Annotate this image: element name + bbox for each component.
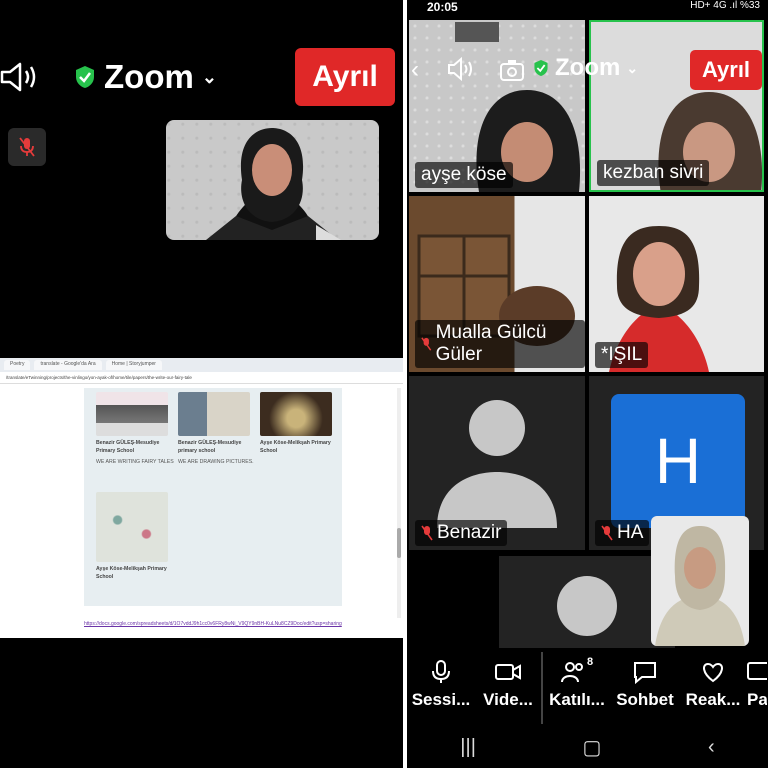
participant-video-image — [655, 526, 745, 646]
chat-icon — [634, 662, 656, 684]
toolbar-label: Sohbet — [616, 690, 674, 709]
mute-button[interactable]: Sessi... — [407, 652, 475, 724]
video-camera-icon — [495, 664, 521, 680]
self-view-video[interactable] — [651, 516, 749, 646]
gallery-card[interactable]: Benazir GÜLEŞ-Mesudiye primary school WE… — [178, 392, 258, 467]
avatar-placeholder-icon — [557, 576, 617, 636]
gallery-card[interactable]: Ayşe Köse-Melikşah Primary School — [96, 492, 176, 581]
mic-off-icon — [601, 525, 613, 541]
active-speaker-video[interactable] — [166, 120, 379, 240]
switch-camera-icon[interactable] — [499, 58, 525, 82]
browser-tab[interactable]: Poetry — [4, 360, 31, 370]
meeting-toolbar: Sessi... Vide... 8 Katılı... Sohbet Reak… — [407, 652, 768, 724]
mic-off-icon — [19, 137, 35, 157]
browser-tabs: Poetry translate - Google'da Ara Home | … — [0, 358, 403, 372]
toolbar-label: Vide... — [483, 690, 533, 709]
card-image — [260, 392, 332, 436]
card-image — [96, 492, 168, 562]
participant-name: kezban sivri — [603, 162, 704, 184]
status-time: 20:05 — [427, 0, 458, 14]
gallery-card[interactable]: Ayşe Köse-Melikşah Primary School — [260, 392, 340, 455]
participant-name: Mualla Gülcü Güler — [435, 322, 547, 366]
participant-video-image — [206, 128, 341, 240]
video-tile[interactable]: Mualla Gülcü Güler — [409, 196, 585, 372]
participant-name-tag: *IŞIL — [595, 342, 649, 368]
toolbar-label: Pay — [747, 690, 767, 709]
browser-address-bar[interactable]: /translate/eTwinning/projects/the-vinlin… — [0, 372, 403, 384]
microphone-icon — [432, 660, 450, 683]
card-image — [96, 392, 168, 436]
share-screen-icon — [747, 662, 767, 680]
back-icon[interactable]: ‹ — [708, 736, 715, 759]
browser-tab[interactable]: translate - Google'da Ara — [34, 360, 102, 370]
android-nav-bar: ||| ▢ ‹ — [407, 726, 768, 768]
mic-off-icon — [421, 525, 433, 541]
status-icons: HD+ 4G .ıl %33 — [690, 0, 760, 11]
participant-name-tag: HA — [595, 520, 650, 546]
mic-off-icon — [421, 337, 432, 351]
browser-tab[interactable]: Home | Storyjumper — [105, 360, 162, 370]
participants-count: 8 — [586, 656, 594, 668]
right-meeting-screen: 20:05 HD+ 4G .ıl %33 ayşe köse kezban si… — [407, 0, 768, 768]
meeting-header: ‹ Zoom ⌄ Ayrıl — [407, 50, 768, 90]
initial-avatar: H — [611, 394, 745, 528]
card-caption: Benazir GÜLEŞ-Mesudiye primary school — [178, 440, 242, 454]
video-tile[interactable]: ayşe köse — [409, 20, 585, 192]
video-tile[interactable] — [499, 556, 675, 648]
toolbar-label: Reak... — [685, 690, 741, 709]
participant-name: HA — [617, 522, 644, 544]
shield-check-icon — [534, 60, 548, 76]
reactions-button[interactable]: Reak... — [679, 652, 747, 724]
participant-name: ayşe köse — [421, 164, 507, 186]
shield-check-icon — [76, 66, 94, 88]
chevron-down-icon: ⌄ — [626, 59, 639, 76]
card-caption: Ayşe Köse-Melikşah Primary School — [260, 440, 331, 454]
home-icon[interactable]: ▢ — [583, 735, 602, 760]
chevron-down-icon: ⌄ — [201, 66, 217, 87]
card-subtitle: WE ARE DRAWING PICTURES. — [178, 459, 254, 466]
chat-button[interactable]: Sohbet — [611, 652, 679, 724]
back-arrow-icon[interactable]: ‹ — [411, 56, 419, 84]
video-tile-active[interactable]: kezban sivri — [589, 20, 764, 192]
page-scrollbar[interactable] — [397, 388, 401, 618]
video-tile[interactable]: Benazir — [409, 376, 585, 550]
meeting-title-dropdown[interactable]: Zoom ⌄ — [74, 58, 217, 96]
status-bar: 20:05 HD+ 4G .ıl %33 — [407, 0, 768, 14]
video-tile[interactable]: *IŞIL — [589, 196, 764, 372]
participant-name: Benazir — [437, 522, 502, 544]
participant-name: *IŞIL — [601, 344, 643, 366]
shared-screen[interactable]: Poetry translate - Google'da Ara Home | … — [0, 358, 403, 638]
card-caption: Benazir GÜLEŞ-Mesudiye Primary School — [96, 440, 160, 454]
participant-name-tag: Mualla Gülcü Güler — [415, 320, 585, 368]
card-image — [178, 392, 250, 436]
shared-page-content: Benazir GÜLEŞ-Mesudiye Primary School WE… — [84, 388, 342, 606]
toolbar-label: Sessi... — [411, 690, 471, 709]
participants-button[interactable]: 8 Katılı... — [543, 652, 611, 724]
meeting-title: Zoom — [555, 54, 621, 81]
spreadsheet-link[interactable]: https://docs.google.com/spreadsheets/d/1… — [84, 620, 344, 628]
card-subtitle: WE ARE WRITING FAIRY TALES — [96, 459, 174, 466]
gallery-card[interactable]: Benazir GÜLEŞ-Mesudiye Primary School WE… — [96, 392, 176, 467]
speaker-icon[interactable] — [447, 56, 475, 82]
recent-apps-icon[interactable]: ||| — [460, 736, 476, 759]
participant-name-tag: ayşe köse — [415, 162, 513, 188]
speaker-icon[interactable] — [0, 60, 40, 94]
meeting-title-dropdown[interactable]: Zoom ⌄ — [533, 54, 638, 82]
meeting-header: Zoom ⌄ Ayrıl — [0, 48, 403, 106]
card-caption: Ayşe Köse-Melikşah Primary School — [96, 566, 167, 580]
meeting-title: Zoom — [104, 58, 194, 95]
leave-button[interactable]: Ayrıl — [690, 50, 762, 90]
video-button[interactable]: Vide... — [475, 652, 543, 724]
share-button[interactable]: Pay — [747, 652, 767, 724]
participant-name-tag: kezban sivri — [597, 160, 710, 186]
leave-button[interactable]: Ayrıl — [295, 48, 395, 106]
muted-mic-button[interactable] — [8, 128, 46, 166]
participants-icon — [560, 662, 583, 683]
toolbar-label: Katılı... — [549, 690, 605, 709]
left-meeting-screen: Zoom ⌄ Ayrıl Poetry translate - Google'd… — [0, 0, 403, 768]
heart-icon — [703, 662, 723, 683]
participant-name-tag: Benazir — [415, 520, 508, 546]
